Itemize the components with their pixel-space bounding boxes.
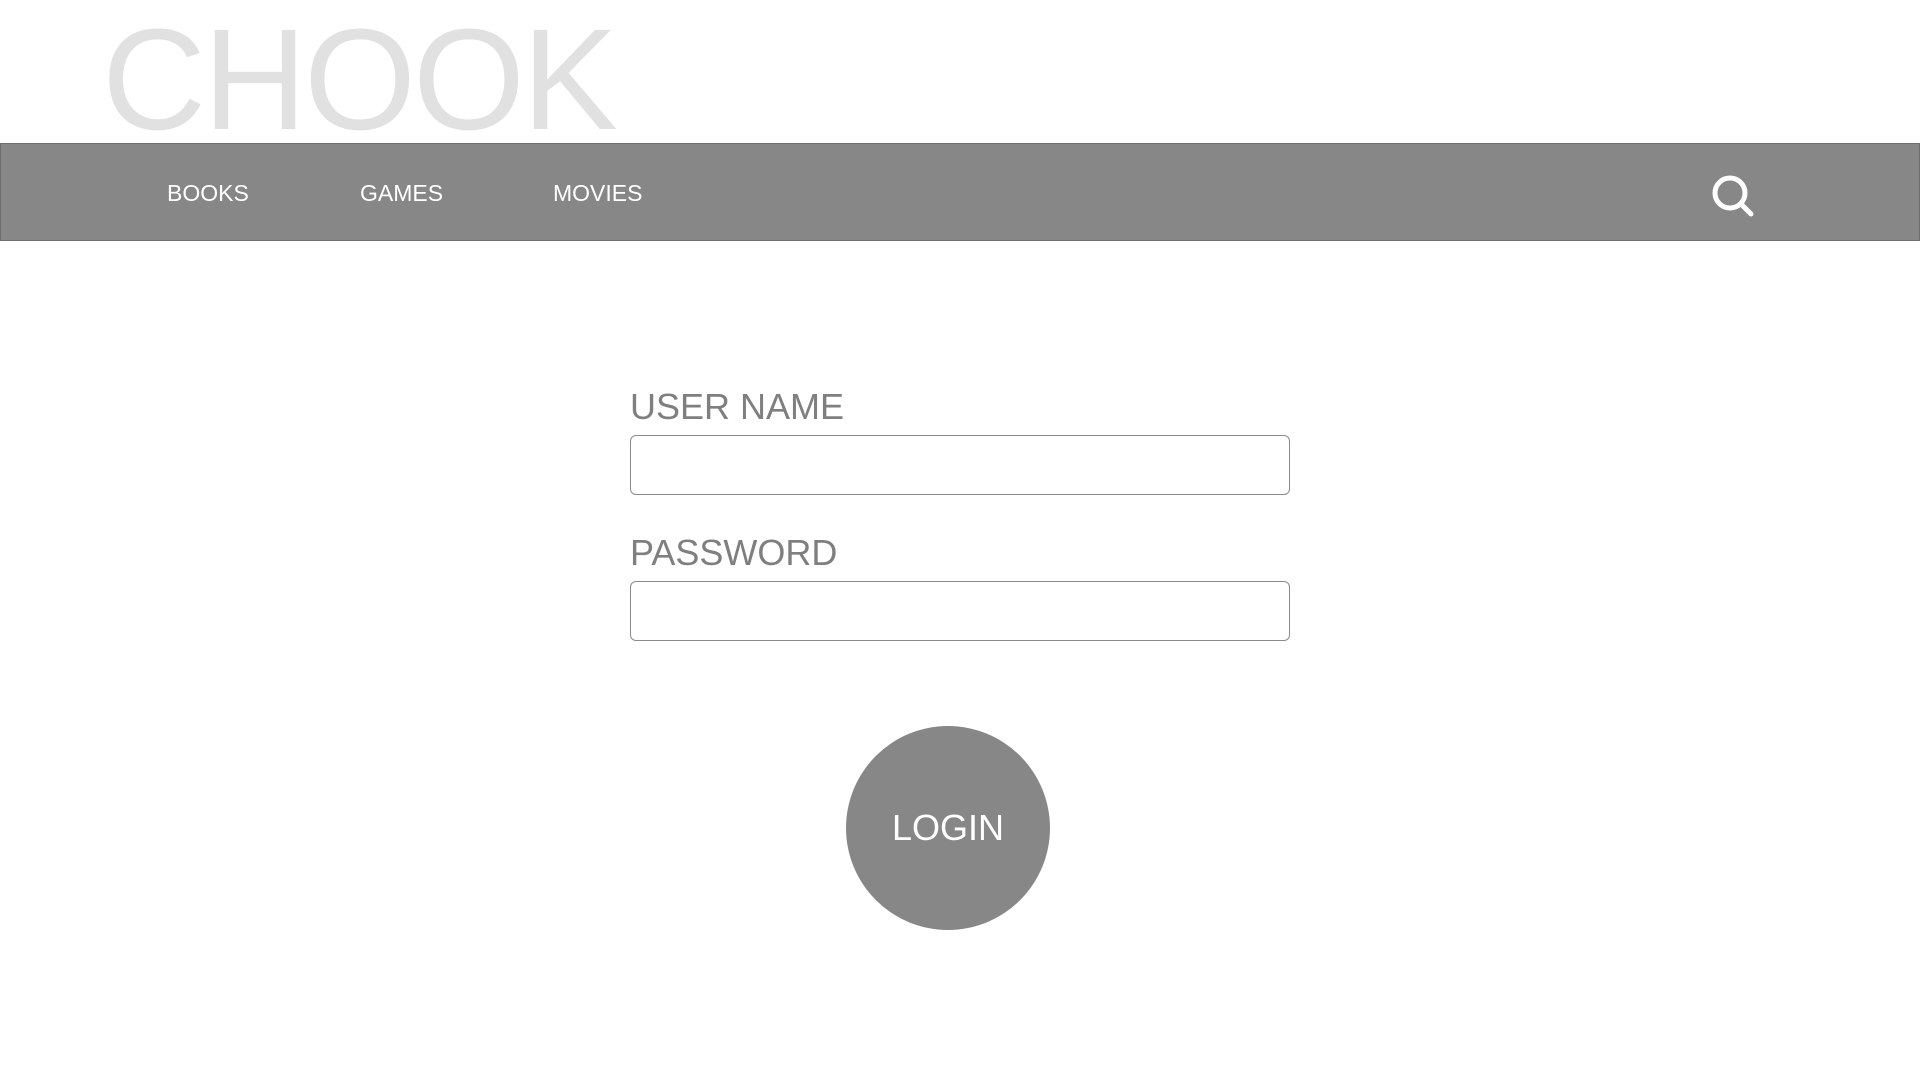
password-label: PASSWORD — [630, 532, 838, 573]
top-navbar: BOOKS GAMES MOVIES — [0, 143, 1920, 241]
search-button[interactable] — [1711, 174, 1755, 218]
username-field[interactable] — [630, 435, 1290, 495]
search-icon — [1712, 175, 1754, 217]
login-button[interactable]: LOGIN — [846, 726, 1050, 930]
nav-item-books[interactable]: BOOKS — [167, 180, 249, 206]
brand-logo[interactable]: CHOOK — [102, 8, 618, 152]
page: CHOOK BOOKS GAMES MOVIES USER NAME PASSW… — [0, 0, 1920, 1080]
password-field[interactable] — [630, 581, 1290, 641]
username-label: USER NAME — [630, 386, 845, 427]
nav-item-movies[interactable]: MOVIES — [553, 180, 642, 206]
nav-item-games[interactable]: GAMES — [360, 180, 443, 206]
